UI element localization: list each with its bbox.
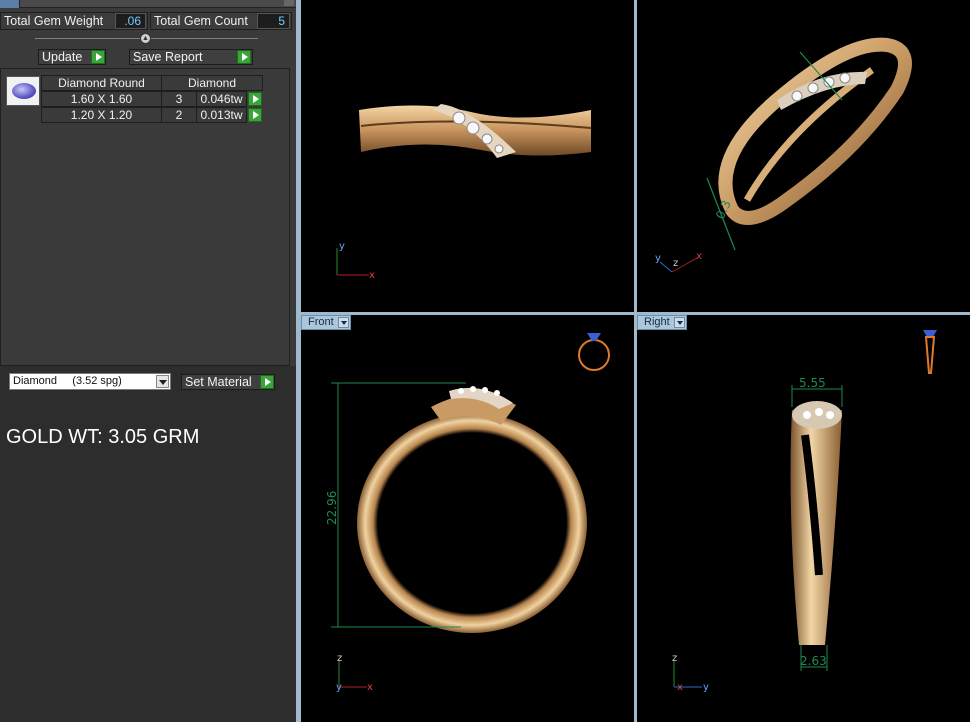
viewport-right-label[interactable]: Right — [637, 315, 687, 330]
save-report-go-icon[interactable] — [237, 50, 251, 64]
axis-y-label-right: y — [703, 682, 709, 693]
axis-x-label-persp: x — [696, 251, 702, 262]
gem-row-1-size: 1.60 X 1.60 — [41, 91, 162, 107]
set-material-button-label: Set Material — [185, 375, 252, 389]
panel-tab[interactable] — [0, 0, 20, 8]
ring-front-view: 22.96 z y x — [325, 333, 610, 693]
ring-right-view: 5.55 2.63 z x y — [672, 330, 937, 693]
dimension-width-top: 5.55 — [799, 376, 826, 390]
ring-perspective-view: 0.3 y z x — [655, 37, 912, 273]
dropdown-arrow-icon[interactable] — [337, 317, 349, 328]
ring-side-icon[interactable] — [923, 330, 937, 337]
viewport-right[interactable]: Right 5.55 2.63 z x y — [637, 315, 970, 722]
gold-weight-text: GOLD WT: 3.05 GRM — [6, 426, 200, 448]
update-go-icon[interactable] — [91, 50, 105, 64]
axis-x-label-right: x — [677, 682, 683, 693]
gem-row-2-count: 2 — [161, 107, 197, 123]
dimension-height: 22.96 — [325, 491, 339, 525]
axis-x-label-front: x — [367, 682, 373, 693]
total-gem-weight-value[interactable]: .06 — [115, 13, 146, 29]
panel-tab-button[interactable] — [284, 0, 294, 6]
viewport-front-label[interactable]: Front — [301, 315, 351, 330]
viewport-front[interactable]: Front 22.96 z y x — [301, 315, 634, 722]
gem-table-header-shape: Diamond Round — [41, 75, 162, 91]
gem-row-2-weight: 0.013tw — [196, 107, 247, 123]
viewport-top[interactable]: y x — [301, 0, 634, 312]
material-select-value: Diamond (3.52 spg) — [13, 375, 122, 387]
axis-z-label-persp: z — [673, 258, 678, 269]
gem-row-1-go-icon[interactable] — [248, 92, 262, 106]
viewport-perspective[interactable]: 0.3 y z x — [637, 0, 970, 312]
ring-circle — [357, 413, 587, 633]
panel-tab-strip — [0, 0, 296, 8]
axis-z-label-front: z — [337, 653, 342, 664]
total-gem-count-value[interactable]: 5 — [257, 13, 290, 29]
diamond-round-icon[interactable] — [6, 76, 40, 106]
axis-y-label-front: y — [336, 682, 342, 693]
gem-table-header-type: Diamond — [161, 75, 263, 91]
axis-z-label-right: z — [672, 653, 677, 664]
material-select[interactable]: Diamond (3.52 spg) — [9, 373, 171, 390]
save-report-button[interactable]: Save Report — [129, 49, 253, 65]
save-report-button-label: Save Report — [133, 50, 203, 64]
ring-orientation-icon[interactable] — [578, 339, 610, 371]
ring-top-view: y x — [336, 104, 592, 281]
dimension-width-bottom: 2.63 — [800, 654, 827, 668]
dropdown-arrow-icon[interactable] — [156, 375, 169, 388]
gem-row-1-count: 3 — [161, 91, 197, 107]
gem-row-2-size: 1.20 X 1.20 — [41, 107, 162, 123]
set-material-go-icon[interactable] — [260, 375, 274, 389]
axis-y-label: y — [339, 241, 345, 252]
update-button-label: Update — [42, 50, 83, 64]
viewport-front-label-text: Front — [308, 316, 334, 328]
axis-y-label-persp: y — [655, 253, 661, 264]
viewport-right-label-text: Right — [644, 316, 670, 328]
slider-knob[interactable]: ▲ — [140, 33, 151, 44]
dropdown-arrow-icon[interactable] — [673, 317, 685, 328]
viewport-area: y x 0.3 y z x Front 22.96 z y x Right 5.… — [296, 0, 970, 722]
gem-row-1-weight: 0.046tw — [196, 91, 247, 107]
material-panel — [0, 366, 296, 722]
gem-row-2-go-icon[interactable] — [248, 108, 262, 122]
axis-x-label: x — [369, 270, 375, 281]
